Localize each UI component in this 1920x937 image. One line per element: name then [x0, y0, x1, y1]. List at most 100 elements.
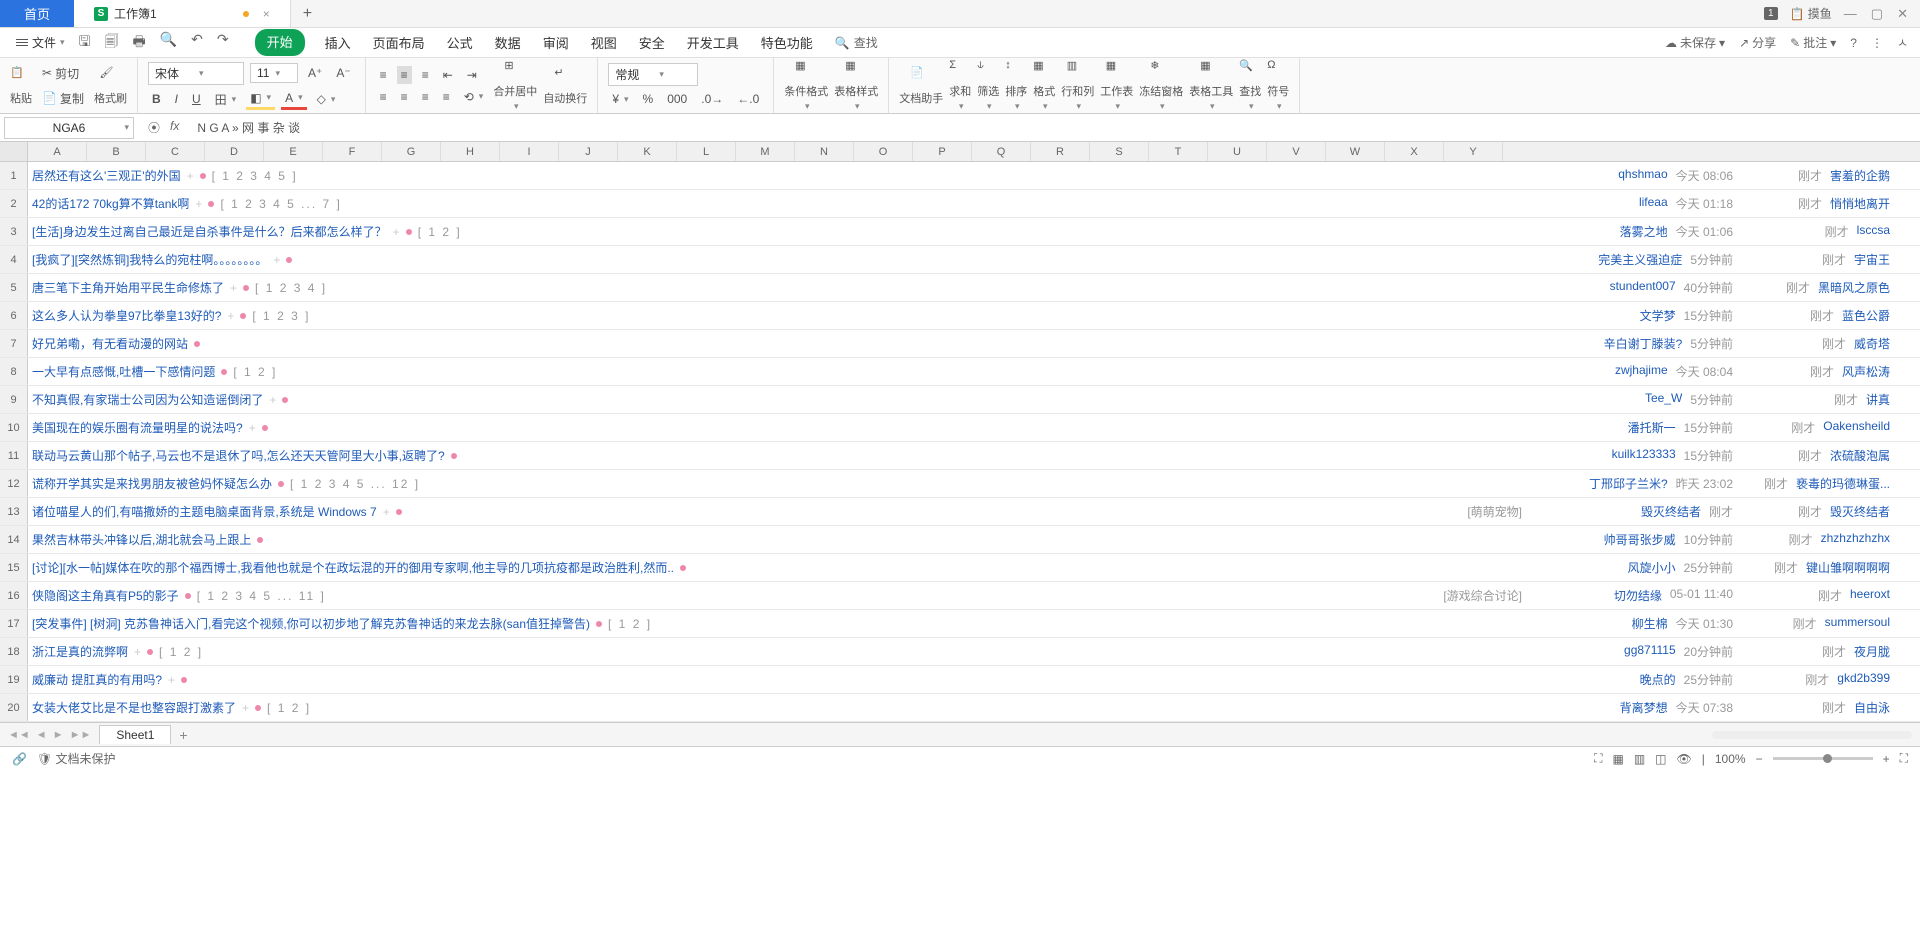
merge-button[interactable]: ⊞合并居中 [493, 59, 537, 112]
col-header-I[interactable]: I [500, 142, 559, 161]
wrap-button[interactable]: ↵自动换行 [543, 66, 587, 106]
sheet-last-icon[interactable]: ►► [70, 729, 92, 741]
sheet-prev-icon[interactable]: ◄ [36, 729, 47, 741]
reply-user-link[interactable]: summersoul [1825, 615, 1890, 632]
conditional-format-button[interactable]: ▦条件格式 [784, 59, 828, 112]
author-link[interactable]: lifeaa [1639, 195, 1668, 212]
author-link[interactable]: 完美主义强迫症 [1598, 251, 1682, 268]
increase-indent-icon[interactable]: ⇥ [463, 66, 481, 84]
zoom-in-icon[interactable]: + [1883, 752, 1890, 766]
post-title[interactable]: 居然还有这么'三观正'的外国 [32, 167, 181, 184]
author-link[interactable]: 丁邢邱子兰米? [1589, 475, 1668, 492]
save-as-icon[interactable]: 🗐 [102, 29, 120, 57]
category-tag[interactable]: [游戏综合讨论] [1443, 587, 1522, 604]
worksheet-button[interactable]: ▦工作表 [1100, 59, 1133, 112]
doc-helper-button[interactable]: 📄文档助手 [899, 66, 943, 106]
reply-user-link[interactable]: 自由泳 [1854, 699, 1890, 716]
zoom-out-icon[interactable]: − [1756, 752, 1763, 766]
notification-badge[interactable]: 1 [1764, 7, 1778, 20]
ribbon-tab-3[interactable]: 公式 [445, 29, 475, 56]
save-icon[interactable]: 🖫 [77, 29, 93, 57]
row-header[interactable]: 10 [0, 414, 28, 441]
row-header[interactable]: 14 [0, 526, 28, 553]
post-title[interactable]: 诸位喵星人的们,有喵撒娇的主题电脑桌面背景,系统是 Windows 7 [32, 503, 377, 520]
tab-home[interactable]: 首页 [0, 0, 74, 27]
row-header[interactable]: 8 [0, 358, 28, 385]
page-links[interactable]: [ 1 2 3 4 5 ] [212, 169, 298, 183]
row-header[interactable]: 1 [0, 162, 28, 189]
align-right-icon[interactable]: ≡ [418, 88, 433, 106]
author-link[interactable]: 晚点的 [1640, 671, 1676, 688]
font-select[interactable]: 宋体▾ [148, 62, 244, 85]
post-title[interactable]: 这么多人认为拳皇97比拳皇13好的? [32, 307, 221, 324]
author-link[interactable]: qhshmao [1618, 167, 1667, 184]
post-title[interactable]: 唐三笔下主角开始用平民生命修炼了 [32, 279, 224, 296]
filter-button[interactable]: ⫝筛选 [977, 59, 999, 112]
post-title[interactable]: [生活]身边发生过离自己最近是自杀事件是什么？后来都怎么样了？ [32, 223, 387, 240]
author-link[interactable]: stundent007 [1610, 279, 1676, 296]
author-link[interactable]: 毁灭终结者 [1641, 503, 1701, 520]
horizontal-scrollbar[interactable] [1712, 731, 1912, 739]
author-link[interactable]: zwjhajime [1615, 363, 1668, 380]
find-button[interactable]: 🔍查找 [1239, 59, 1261, 112]
row-header[interactable]: 3 [0, 218, 28, 245]
reply-user-link[interactable]: 蓝色公爵 [1842, 307, 1890, 324]
row-header[interactable]: 18 [0, 638, 28, 665]
more-icon[interactable]: ⋮ [1871, 36, 1883, 50]
post-title[interactable]: 42的话172 70kg算不算tank啊 [32, 195, 189, 212]
select-all-corner[interactable] [0, 142, 28, 161]
post-title[interactable]: [突发事件] [树洞] 克苏鲁神话入门,看完这个视频,你可以初步地了解克苏鲁神话… [32, 615, 590, 632]
target-icon[interactable]: ⦿ [148, 119, 160, 136]
author-link[interactable]: Tee_W [1645, 391, 1682, 408]
page-links[interactable]: [ 1 2 3 4 ] [255, 281, 327, 295]
reply-user-link[interactable]: 风声松涛 [1842, 363, 1890, 380]
page-links[interactable]: [ 1 2 ] [608, 617, 652, 631]
unsaved-status[interactable]: ☁ 未保存 ▾ [1665, 34, 1725, 51]
protect-status[interactable]: 🛡 文档未保护 [37, 750, 116, 767]
increase-decimal-icon[interactable]: .0→ [697, 90, 727, 108]
symbol-button[interactable]: Ω符号 [1267, 59, 1289, 112]
annotate-button[interactable]: ✎ 批注 ▾ [1790, 34, 1836, 51]
align-bottom-icon[interactable]: ≡ [418, 66, 433, 84]
page-links[interactable]: [ 1 2 ] [233, 365, 277, 379]
author-link[interactable]: 背离梦想 [1620, 699, 1668, 716]
col-header-X[interactable]: X [1385, 142, 1444, 161]
post-title[interactable]: 果然吉林带头冲锋以后,湖北就会马上跟上 [32, 531, 251, 548]
author-link[interactable]: 文学梦 [1640, 307, 1676, 324]
sheet-first-icon[interactable]: ◄◄ [8, 729, 30, 741]
ribbon-tab-6[interactable]: 视图 [589, 29, 619, 56]
col-header-R[interactable]: R [1031, 142, 1090, 161]
print-preview-icon[interactable]: 🔍 [158, 29, 179, 57]
decrease-font-icon[interactable]: A⁻ [332, 64, 354, 82]
maximize-icon[interactable]: ▢ [1871, 6, 1883, 22]
reply-user-link[interactable]: Oakensheild [1823, 419, 1890, 436]
col-header-L[interactable]: L [677, 142, 736, 161]
reply-user-link[interactable]: gkd2b399 [1837, 671, 1890, 688]
author-link[interactable]: 帅哥哥张步威 [1604, 531, 1676, 548]
col-header-S[interactable]: S [1090, 142, 1149, 161]
align-center-icon[interactable]: ≡ [397, 88, 412, 106]
row-header[interactable]: 16 [0, 582, 28, 609]
font-size-select[interactable]: 11▾ [250, 63, 298, 83]
fullscreen-icon[interactable]: ⛶ [1900, 751, 1908, 766]
row-header[interactable]: 11 [0, 442, 28, 469]
orientation-icon[interactable]: ⟲ [460, 88, 488, 106]
cut-button[interactable]: ✂ 剪切 [38, 63, 88, 84]
align-middle-icon[interactable]: ≡ [397, 66, 412, 84]
currency-icon[interactable]: ¥ [608, 90, 632, 108]
author-link[interactable]: 切勿结缘 [1614, 587, 1662, 604]
post-title[interactable]: 浙江是真的流弊啊 [32, 643, 128, 660]
freeze-button[interactable]: ❄冻结窗格 [1139, 59, 1183, 112]
col-header-D[interactable]: D [205, 142, 264, 161]
comma-icon[interactable]: 000 [663, 90, 691, 108]
print-icon[interactable]: 🖶 [130, 29, 147, 57]
col-header-K[interactable]: K [618, 142, 677, 161]
cell-format-button[interactable]: ▦格式 [1033, 59, 1055, 112]
sheet-tab[interactable]: Sheet1 [99, 725, 171, 744]
post-title[interactable]: 美国现在的娱乐圈有流量明星的说法吗? [32, 419, 243, 436]
close-icon[interactable]: ✕ [1897, 6, 1908, 22]
row-header[interactable]: 12 [0, 470, 28, 497]
format-painter-button[interactable]: 🖌格式刷 [94, 66, 127, 106]
post-title[interactable]: [讨论][水一帖]媒体在吹的那个福西博士,我看他也就是个在政坛混的开的御用专家啊… [32, 559, 674, 576]
increase-font-icon[interactable]: A⁺ [304, 64, 326, 82]
